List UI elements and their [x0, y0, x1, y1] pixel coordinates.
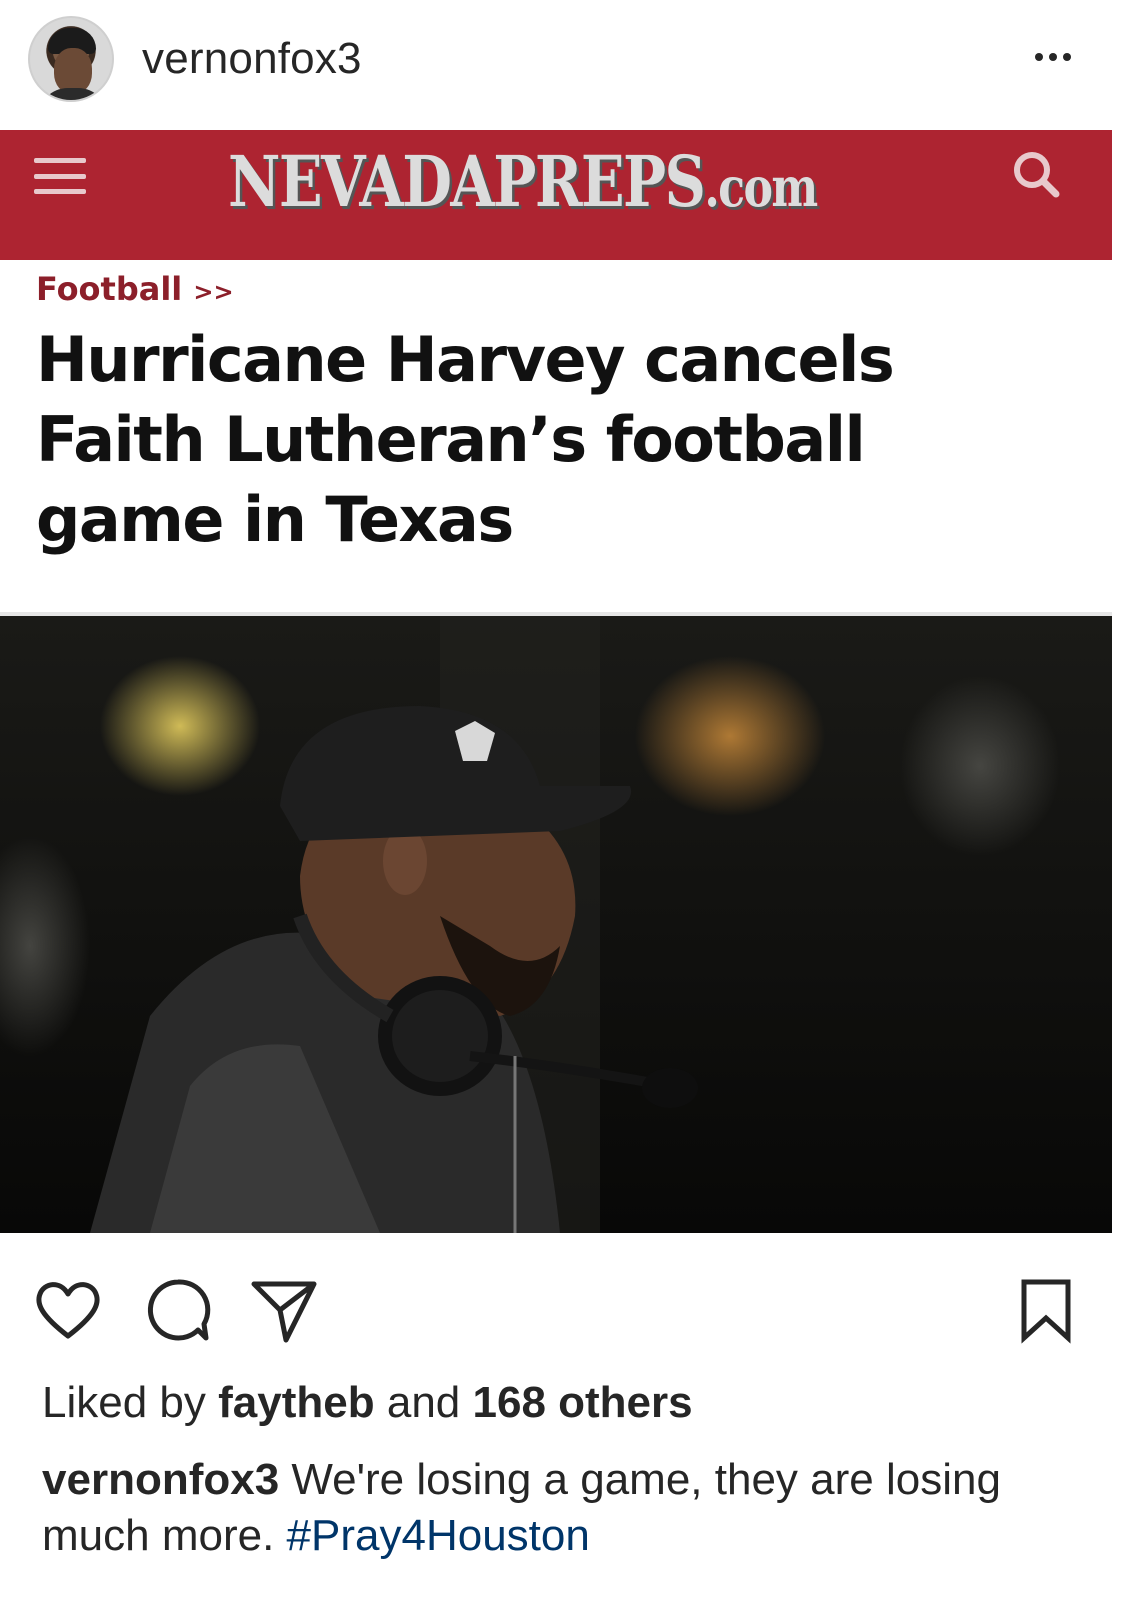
avatar-shirt	[38, 88, 108, 100]
post-username[interactable]: vernonfox3	[142, 34, 362, 84]
category-arrow: >>	[193, 278, 234, 306]
post-image[interactable]: NEVADAPREPS.com Football >> Hurricane Ha…	[0, 130, 1112, 1235]
paper-plane-icon[interactable]	[248, 1274, 320, 1346]
liked-by-count[interactable]: 168 others	[473, 1378, 693, 1427]
post-caption: vernonfox3 We're losing a game, they are…	[42, 1452, 1102, 1564]
search-icon	[1008, 146, 1064, 202]
caption-hashtag[interactable]: #Pray4Houston	[287, 1511, 590, 1560]
more-dots-icon[interactable]	[1030, 42, 1076, 72]
hamburger-menu-icon	[32, 148, 88, 204]
article-photo	[0, 616, 1112, 1233]
comment-bubble-icon[interactable]	[142, 1274, 214, 1346]
bookmark-icon[interactable]	[1010, 1274, 1082, 1346]
likes-summary[interactable]: Liked by faytheb and 168 others	[42, 1378, 693, 1428]
article-headline: Hurricane Harvey cancels Faith Lutheran’…	[36, 323, 895, 556]
article-category-label: Football	[36, 270, 183, 308]
liked-by-middle: and	[386, 1378, 461, 1427]
site-logo-main: NEVADAPREPS	[228, 140, 706, 223]
liked-by-user[interactable]: faytheb	[218, 1378, 374, 1427]
site-header-bar: NEVADAPREPS.com	[0, 130, 1112, 260]
post-header: vernonfox3	[0, 0, 1134, 120]
heart-icon[interactable]	[32, 1274, 104, 1346]
caption-username[interactable]: vernonfox3	[42, 1455, 279, 1504]
article-category: Football >>	[36, 270, 234, 308]
action-bar	[0, 1262, 1134, 1362]
site-logo-tld: .com	[704, 155, 818, 219]
liked-by-prefix: Liked by	[42, 1378, 206, 1427]
avatar[interactable]	[28, 16, 114, 102]
site-logo: NEVADAPREPS.com	[228, 140, 818, 223]
